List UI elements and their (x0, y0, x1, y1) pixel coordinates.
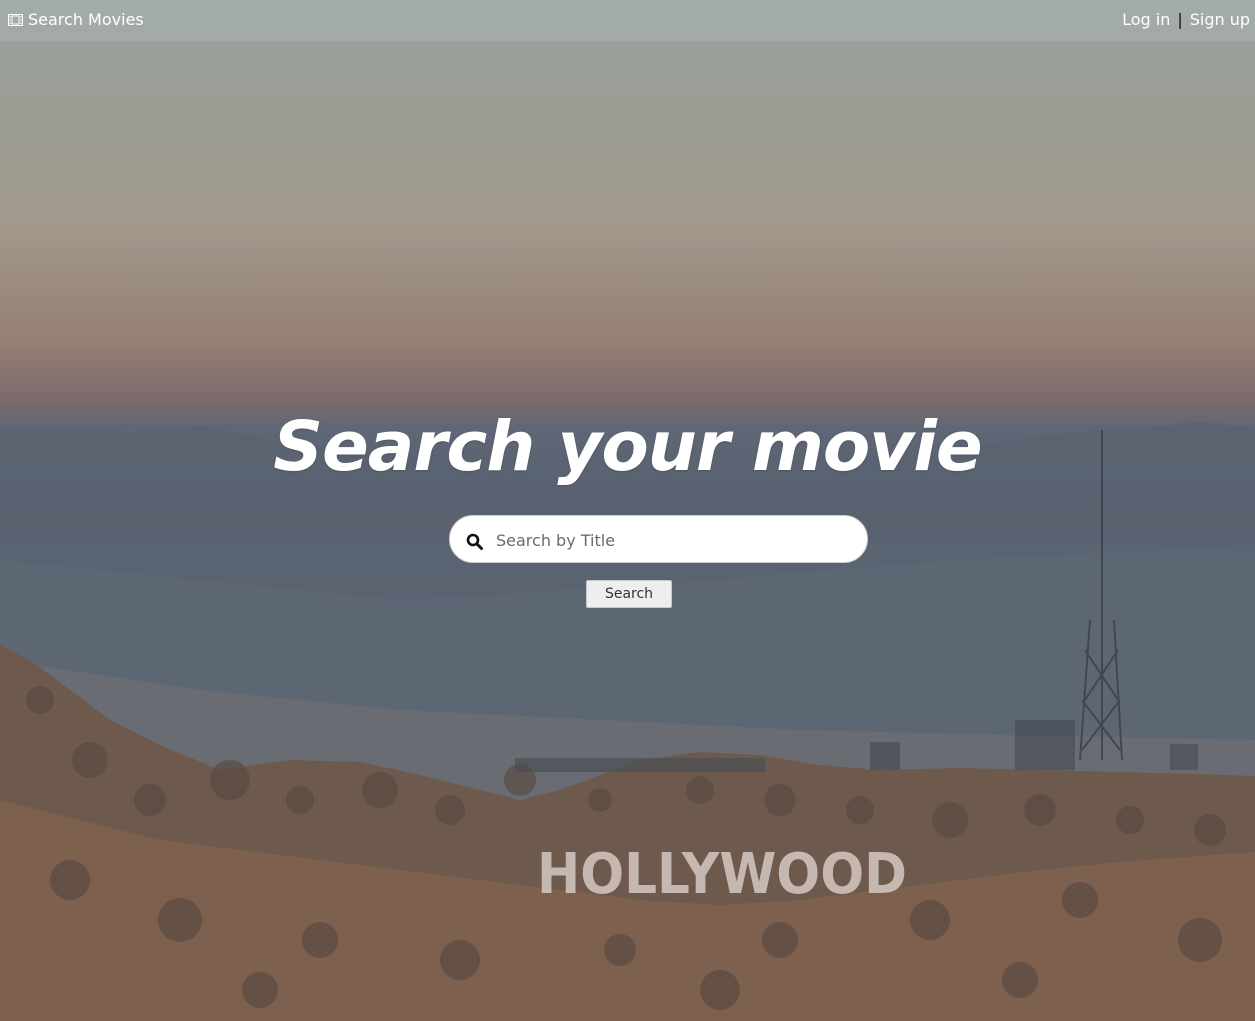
brand-label: Search Movies (28, 10, 144, 29)
search-button[interactable]: Search (586, 580, 672, 608)
svg-text:HOLLYWOOD: HOLLYWOOD (537, 842, 907, 902)
search-icon (466, 533, 483, 550)
search-input[interactable] (494, 524, 858, 556)
auth-links: Log in | Sign up (1122, 9, 1250, 31)
hollywood-sign: HOLLYWOOD (537, 842, 907, 902)
login-link[interactable]: Log in (1122, 9, 1170, 31)
auth-separator: | (1177, 10, 1183, 29)
hero: Search your movie (0, 405, 1255, 489)
signup-link[interactable]: Sign up (1190, 9, 1250, 31)
page: HOLLYWOOD Search Movies Log in | Sign up… (0, 0, 1255, 1021)
brand-link[interactable]: Search Movies (8, 9, 144, 31)
top-navbar: Search Movies Log in | Sign up (0, 0, 1255, 41)
film-icon (8, 14, 23, 26)
hero-title: Search your movie (273, 407, 982, 487)
search-box (449, 515, 868, 563)
